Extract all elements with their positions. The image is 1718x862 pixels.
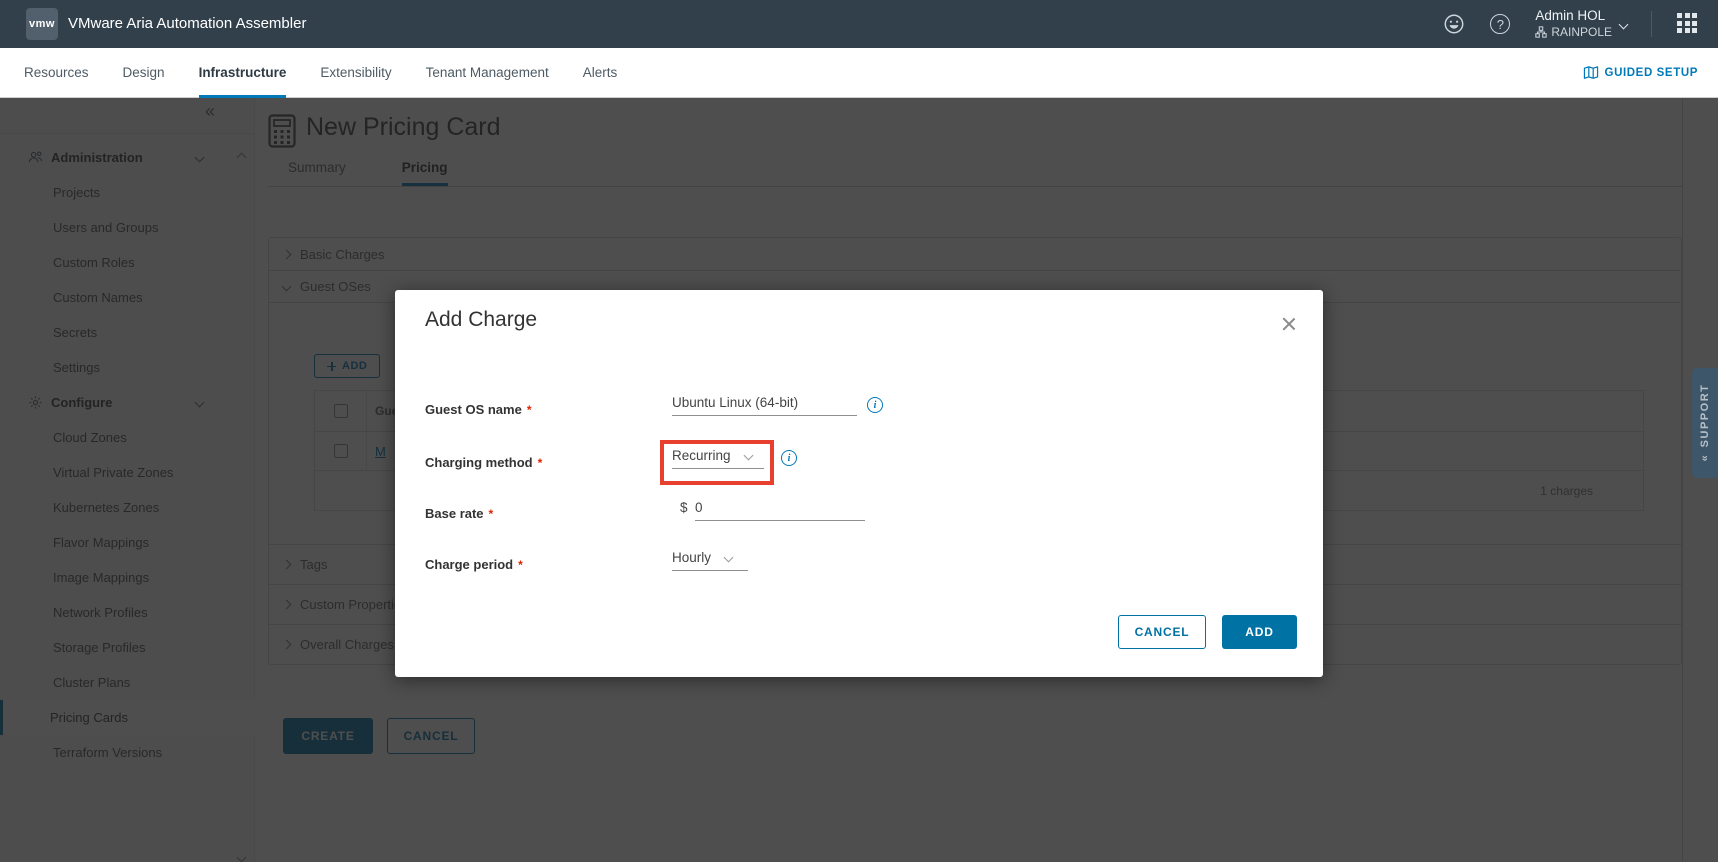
modal-title: Add Charge [425,308,538,331]
chevron-down-icon [723,552,734,563]
organization-icon [1535,26,1547,39]
app-switcher-icon[interactable] [1676,13,1698,35]
top-header-bar: vmw VMware Aria Automation Assembler ? A… [0,0,1718,48]
info-icon[interactable]: i [781,450,797,466]
chevron-down-icon [1618,19,1629,29]
info-icon[interactable]: i [867,397,883,413]
header-divider [1651,11,1652,37]
guided-setup-button[interactable]: GUIDED SETUP [1583,48,1698,98]
support-tab[interactable]: « SUPPORT [1692,368,1718,478]
collapse-icon: « [1699,454,1711,462]
required-asterisk: * [518,558,523,572]
guest-os-name-label: Guest OS name * [425,402,532,417]
chevron-down-icon [743,450,753,461]
map-book-icon [1583,66,1598,79]
support-label: SUPPORT [1699,384,1711,449]
primary-nav: Resources Design Infrastructure Extensib… [0,48,1718,98]
nav-tab-design[interactable]: Design [123,48,165,98]
close-icon[interactable] [1281,316,1297,332]
guest-os-name-input[interactable]: Ubuntu Linux (64-bit) [672,395,857,416]
currency-symbol: $ [680,500,688,515]
required-asterisk: * [537,456,543,470]
user-org: RAINPOLE [1551,24,1612,39]
base-rate-label: Base rate * [425,506,494,521]
add-charge-modal: Add Charge Guest OS name * Ubuntu Linux (… [395,290,1323,677]
modal-add-button[interactable]: ADD [1222,615,1297,649]
vmware-logo: vmw [26,8,58,40]
help-icon[interactable]: ? [1489,13,1511,35]
charge-period-label: Charge period * [425,557,523,572]
required-asterisk: * [488,507,494,521]
nav-tab-tenant-management[interactable]: Tenant Management [426,48,549,98]
nav-tab-infrastructure[interactable]: Infrastructure [199,48,287,98]
feedback-smiley-icon[interactable] [1443,13,1465,35]
app-title: VMware Aria Automation Assembler [68,15,307,32]
charge-period-select[interactable]: Hourly [672,550,748,571]
base-rate-input[interactable]: 0 [695,500,865,521]
app-window: vmw VMware Aria Automation Assembler ? A… [0,0,1718,862]
charging-method-label: Charging method * [425,455,543,470]
nav-tab-resources[interactable]: Resources [24,48,89,98]
required-asterisk: * [526,403,532,417]
nav-tab-extensibility[interactable]: Extensibility [320,48,391,98]
user-menu[interactable]: Admin HOL RAINPOLE [1535,8,1629,40]
user-name: Admin HOL [1535,8,1606,24]
charging-method-select[interactable]: Recurring [672,448,764,469]
nav-tab-alerts[interactable]: Alerts [583,48,618,98]
modal-cancel-button[interactable]: CANCEL [1118,615,1206,649]
